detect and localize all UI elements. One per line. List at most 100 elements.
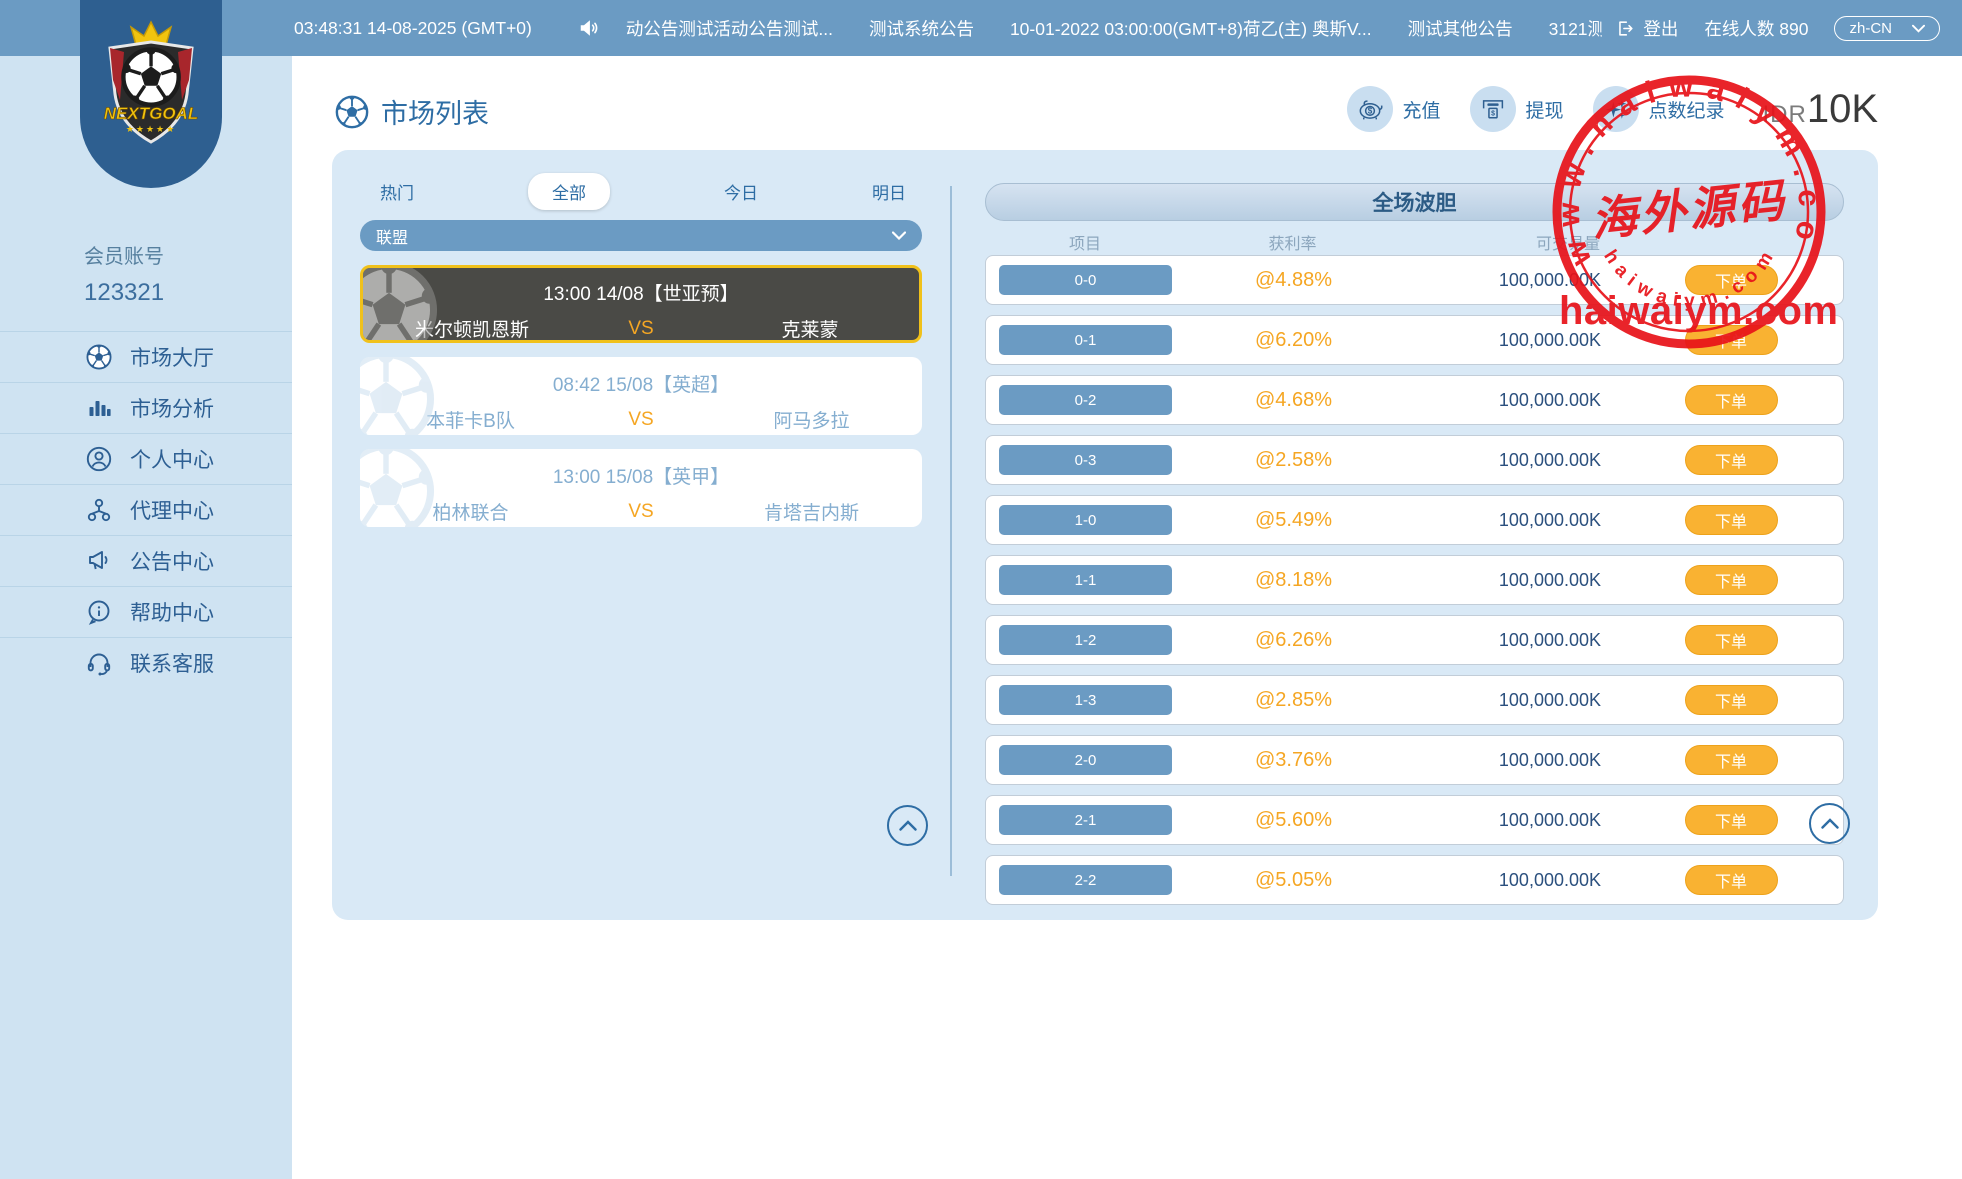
profit-rate: @5.49% [1186, 509, 1401, 532]
place-order-button[interactable]: 下单 [1685, 625, 1778, 655]
points-record-label: 点数纪录 [1648, 96, 1724, 123]
score-option-button[interactable]: 1-0 [999, 505, 1172, 535]
points-record-button[interactable]: 点数纪录 [1593, 86, 1724, 132]
withdraw-button[interactable]: $ 提现 [1470, 86, 1563, 132]
tab-today[interactable]: 今日 [724, 174, 758, 209]
profit-rate: @5.60% [1186, 809, 1401, 832]
place-order-button[interactable]: 下单 [1685, 565, 1778, 595]
sidebar-menu: 市场大厅 市场分析 个人中心 代理中心 [0, 331, 292, 688]
announcement-item[interactable]: 测试其他公告 [1408, 16, 1513, 41]
scroll-top-button-right[interactable] [1809, 803, 1850, 844]
balance-amount: 10K [1807, 87, 1878, 132]
balance-currency: IDR [1762, 101, 1806, 129]
page-title: 市场列表 [335, 92, 489, 131]
place-order-button[interactable]: 下单 [1685, 385, 1778, 415]
sidebar-item-label: 帮助中心 [130, 597, 214, 627]
announcement-item[interactable]: 10-01-2022 03:00:00(GMT+8)荷乙(主) 奥斯V... [1010, 16, 1372, 41]
odds-table-header: 项目 获利率 可交易量 [985, 229, 1844, 255]
odds-row: 0-3 @2.58% 100,000.00K 下单 [985, 435, 1844, 485]
tab-tomorrow[interactable]: 明日 [872, 174, 906, 209]
vs-label: VS [581, 501, 701, 523]
score-option-button[interactable]: 2-1 [999, 805, 1172, 835]
place-order-button[interactable]: 下单 [1685, 265, 1778, 295]
tradable-volume: 100,000.00K [1401, 690, 1617, 711]
league-filter-select[interactable]: 联盟 [360, 220, 922, 251]
recharge-button[interactable]: $ 充值 [1347, 86, 1440, 132]
sidebar-item-label: 个人中心 [130, 444, 214, 474]
tradable-volume: 100,000.00K [1401, 510, 1617, 531]
announcement-item[interactable]: 动公告测试活动公告测试... [626, 16, 833, 41]
match-time-league: 13:00 15/08【英甲】 [360, 462, 922, 489]
sidebar-item-agent-center[interactable]: 代理中心 [0, 484, 292, 535]
vs-label: VS [581, 318, 701, 340]
brand-logo[interactable]: NEXTGOAL ★★★★★ [80, 0, 222, 188]
announcement-item[interactable]: 3121测试活动公告 [1549, 16, 1603, 41]
scroll-top-button-left[interactable] [887, 805, 928, 846]
match-card[interactable]: 13:00 14/08【世亚预】 米尔顿凯恩斯 VS 克莱蒙 [360, 265, 922, 343]
sidebar-item-contact-support[interactable]: 联系客服 [0, 637, 292, 688]
speaker-icon [578, 17, 600, 39]
match-time-league: 08:42 15/08【英超】 [360, 370, 922, 397]
score-option-button[interactable]: 1-3 [999, 685, 1172, 715]
clock-text: 03:48:31 14-08-2025 (GMT+0) [294, 18, 532, 39]
score-option-button[interactable]: 0-0 [999, 265, 1172, 295]
column-header-rate: 获利率 [1185, 230, 1400, 254]
withdraw-label: 提现 [1525, 96, 1563, 123]
sidebar-item-label: 代理中心 [130, 495, 214, 525]
app-screen: 03:48:31 14-08-2025 (GMT+0) 动公告测试活动公告测试.… [0, 0, 1962, 1179]
place-order-button[interactable]: 下单 [1685, 865, 1778, 895]
profit-rate: @2.85% [1186, 689, 1401, 712]
announcement-item[interactable]: 测试系统公告 [869, 16, 974, 41]
sidebar-item-label: 市场分析 [130, 393, 214, 423]
score-option-button[interactable]: 0-1 [999, 325, 1172, 355]
place-order-button[interactable]: 下单 [1685, 745, 1778, 775]
profit-rate: @4.68% [1186, 389, 1401, 412]
tab-all[interactable]: 全部 [528, 173, 610, 210]
match-card[interactable]: 13:00 15/08【英甲】 柏林联合 VS 肯塔吉内斯 [360, 449, 922, 527]
odds-row: 2-1 @5.60% 100,000.00K 下单 [985, 795, 1844, 845]
score-option-button[interactable]: 2-2 [999, 865, 1172, 895]
megaphone-icon [86, 548, 112, 574]
match-card[interactable]: 08:42 15/08【英超】 本菲卡B队 VS 阿马多拉 [360, 357, 922, 435]
score-option-button[interactable]: 0-2 [999, 385, 1172, 415]
brand-name: NEXTGOAL [104, 104, 198, 123]
place-order-button[interactable]: 下单 [1685, 805, 1778, 835]
place-order-button[interactable]: 下单 [1685, 325, 1778, 355]
chevron-up-icon [899, 820, 917, 831]
language-select[interactable]: zh-CN [1834, 16, 1940, 41]
sidebar-item-market-analysis[interactable]: 市场分析 [0, 382, 292, 433]
svg-text:$: $ [1492, 110, 1496, 117]
top-bar: 03:48:31 14-08-2025 (GMT+0) 动公告测试活动公告测试.… [0, 0, 1962, 56]
tradable-volume: 100,000.00K [1401, 750, 1617, 771]
profit-rate: @5.05% [1186, 869, 1401, 892]
user-icon [86, 446, 112, 472]
sidebar-item-help-center[interactable]: 帮助中心 [0, 586, 292, 637]
chevron-down-icon [892, 231, 906, 240]
odds-row: 1-1 @8.18% 100,000.00K 下单 [985, 555, 1844, 605]
logout-button[interactable]: 登出 [1616, 16, 1678, 41]
score-option-button[interactable]: 1-1 [999, 565, 1172, 595]
score-option-button[interactable]: 0-3 [999, 445, 1172, 475]
place-order-button[interactable]: 下单 [1685, 445, 1778, 475]
score-option-button[interactable]: 1-2 [999, 625, 1172, 655]
tab-hot[interactable]: 热门 [380, 174, 414, 209]
panel-divider [950, 186, 952, 876]
place-order-button[interactable]: 下单 [1685, 505, 1778, 535]
announcement-ticker: 动公告测试活动公告测试... 测试系统公告 10-01-2022 03:00:0… [626, 16, 1603, 41]
odds-row: 2-0 @3.76% 100,000.00K 下单 [985, 735, 1844, 785]
topbar-right-controls: 登出 在线人数 890 zh-CN [1616, 16, 1962, 41]
sidebar-item-label: 市场大厅 [130, 342, 214, 372]
place-order-button[interactable]: 下单 [1685, 685, 1778, 715]
home-team: 本菲卡B队 [360, 406, 581, 433]
sidebar-item-market-hall[interactable]: 市场大厅 [0, 331, 292, 382]
sidebar-item-label: 公告中心 [130, 546, 214, 576]
bar-chart-icon [86, 395, 112, 421]
score-option-button[interactable]: 2-0 [999, 745, 1172, 775]
sidebar-item-label: 联系客服 [130, 648, 214, 678]
odds-row: 1-2 @6.26% 100,000.00K 下单 [985, 615, 1844, 665]
sidebar-item-announcement-center[interactable]: 公告中心 [0, 535, 292, 586]
sidebar-item-personal-center[interactable]: 个人中心 [0, 433, 292, 484]
home-team: 米尔顿凯恩斯 [363, 315, 581, 342]
profit-rate: @6.26% [1186, 629, 1401, 652]
profit-rate: @2.58% [1186, 449, 1401, 472]
